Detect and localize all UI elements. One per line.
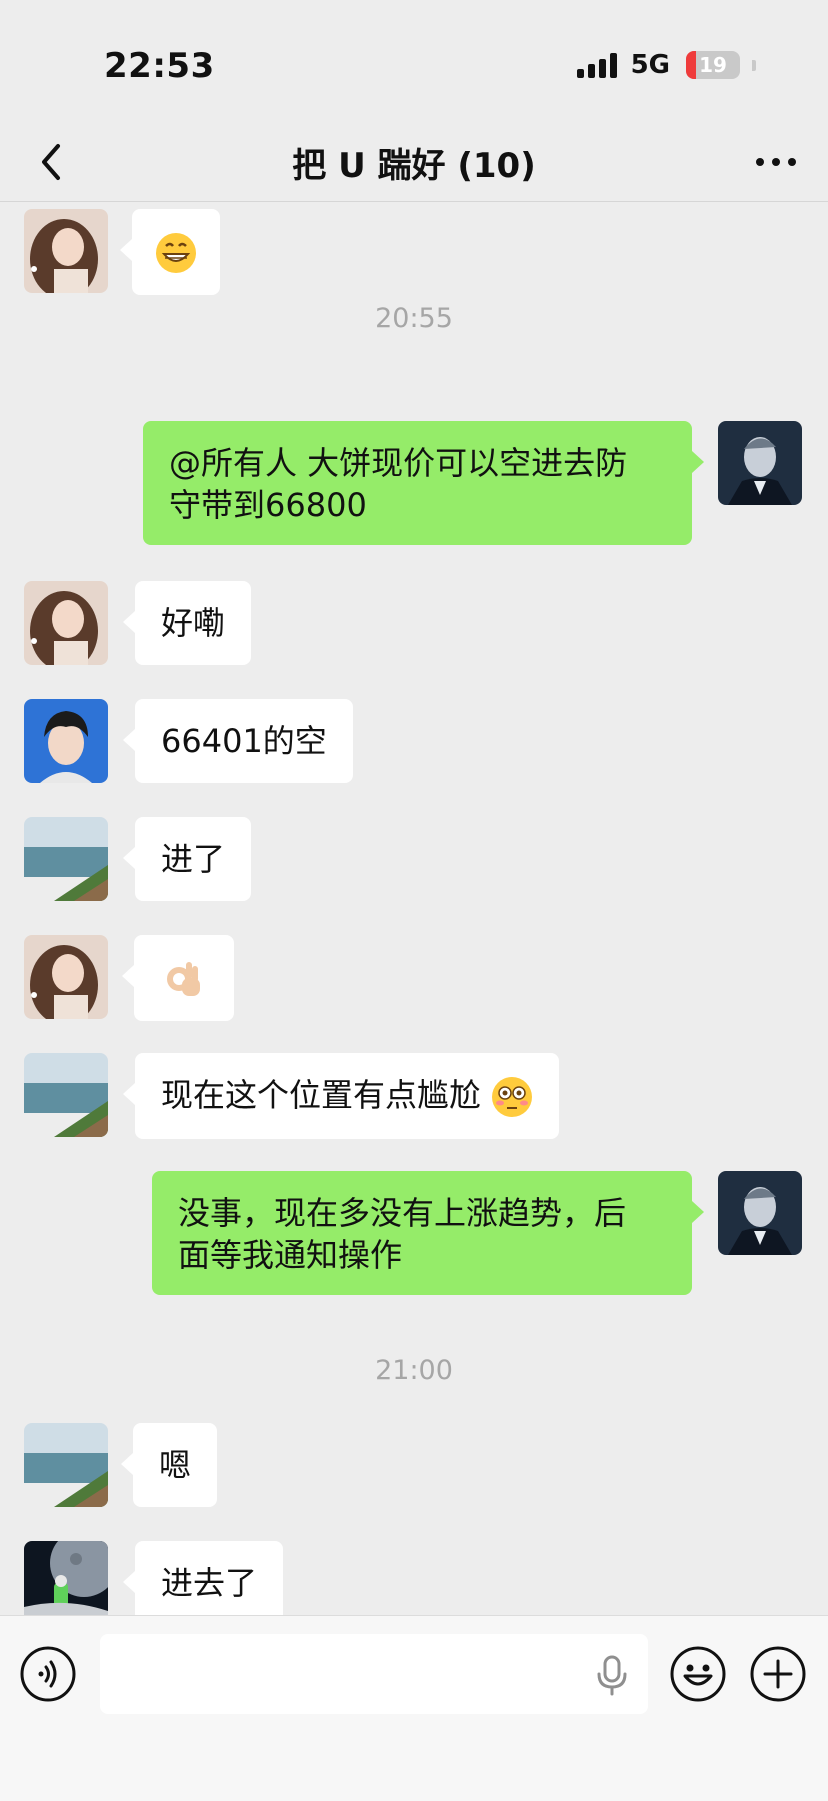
message-input[interactable] [100,1634,648,1714]
message-bubble[interactable] [120,209,220,295]
message-bubble[interactable]: 66401的空 [123,699,353,783]
message-bubble[interactable]: 好嘞 [122,581,252,665]
timestamp: 20:55 [375,303,453,334]
message-line: 守带到66800 [169,486,367,524]
woman-portrait-avatar[interactable] [24,209,108,293]
moon-astronaut-avatar[interactable] [24,1541,108,1615]
status-bar: 22:53 5G 19 [0,0,828,120]
message-line: 面等我通知操作 [178,1236,403,1274]
plus-icon[interactable] [750,1646,806,1702]
network-label: 5G [630,50,670,80]
man-in-suit-avatar[interactable] [718,421,802,505]
message-text: 好嘞 [161,604,226,642]
emoji-picker-icon[interactable] [670,1646,726,1702]
coastline-avatar[interactable] [24,1053,108,1137]
message-bubble[interactable]: 进去了 [122,1541,284,1615]
chat-title: 把 U 踹好 (10) [292,146,536,186]
message-list[interactable]: 20:55 @所有人 大饼现价可以空进去防 守带到66800 好嘞 66401的… [0,203,828,1615]
woman-portrait-avatar[interactable] [24,935,108,1019]
signal-icon [576,52,617,78]
ok-hand-icon [167,962,200,996]
message-text: 嗯 [159,1446,192,1484]
battery-icon: 19 [686,51,740,79]
message-bubble[interactable]: 进了 [122,817,252,901]
young-man-portrait-avatar[interactable] [24,699,108,783]
coastline-avatar[interactable] [24,1423,108,1507]
message-line: 没事，现在多没有上涨趋势，后 [178,1194,627,1232]
message-bubble[interactable] [122,935,234,1021]
chat-header: 把 U 踹好 (10) [0,120,828,202]
message-bubble[interactable]: 嗯 [120,1423,218,1507]
man-in-suit-avatar[interactable] [718,1171,802,1255]
message-line: @所有人 大饼现价可以空进去防 [169,444,628,482]
input-bar [0,1615,828,1801]
status-time: 22:53 [104,46,215,86]
voice-input-icon[interactable] [20,1646,76,1702]
message-text: 66401的空 [161,722,327,760]
message-bubble-outgoing[interactable]: 没事，现在多没有上涨趋势，后 面等我通知操作 [152,1171,704,1295]
battery-level: 19 [699,53,727,77]
grinning-face-icon [156,233,196,273]
battery-tip [752,59,756,71]
more-options-icon[interactable] [748,142,804,182]
message-bubble[interactable]: 现在这个位置有点尴尬 [122,1053,560,1139]
coastline-avatar[interactable] [24,817,108,901]
message-text: 进了 [161,840,226,878]
timestamp: 21:00 [375,1355,453,1386]
status-indicators: 5G 19 [576,50,756,80]
message-text: 进去了 [161,1564,258,1602]
message-bubble-outgoing[interactable]: @所有人 大饼现价可以空进去防 守带到66800 [143,421,704,545]
flushed-face-icon [492,1077,533,1117]
woman-portrait-avatar[interactable] [24,581,108,665]
mic-icon[interactable] [592,1654,632,1696]
message-text: 现在这个位置有点尴尬 [161,1076,482,1114]
